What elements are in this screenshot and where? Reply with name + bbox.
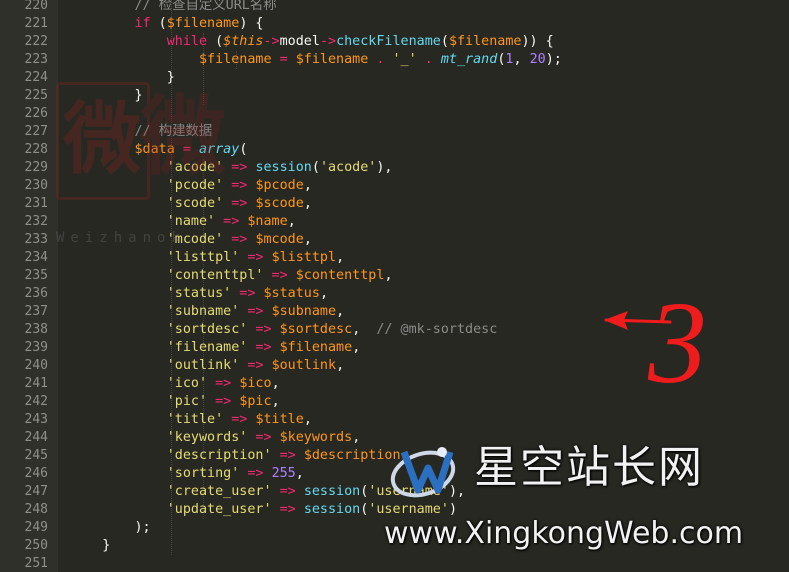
watermark-site-url: www.XingkongWeb.com [384, 516, 744, 551]
watermark-site: 星空站长网 www.XingkongWeb.com [380, 432, 789, 572]
annotation-number: 3 [647, 277, 707, 408]
xingkong-logo-icon [390, 447, 456, 498]
watermark-site-name: 星空站长网 [474, 442, 704, 493]
